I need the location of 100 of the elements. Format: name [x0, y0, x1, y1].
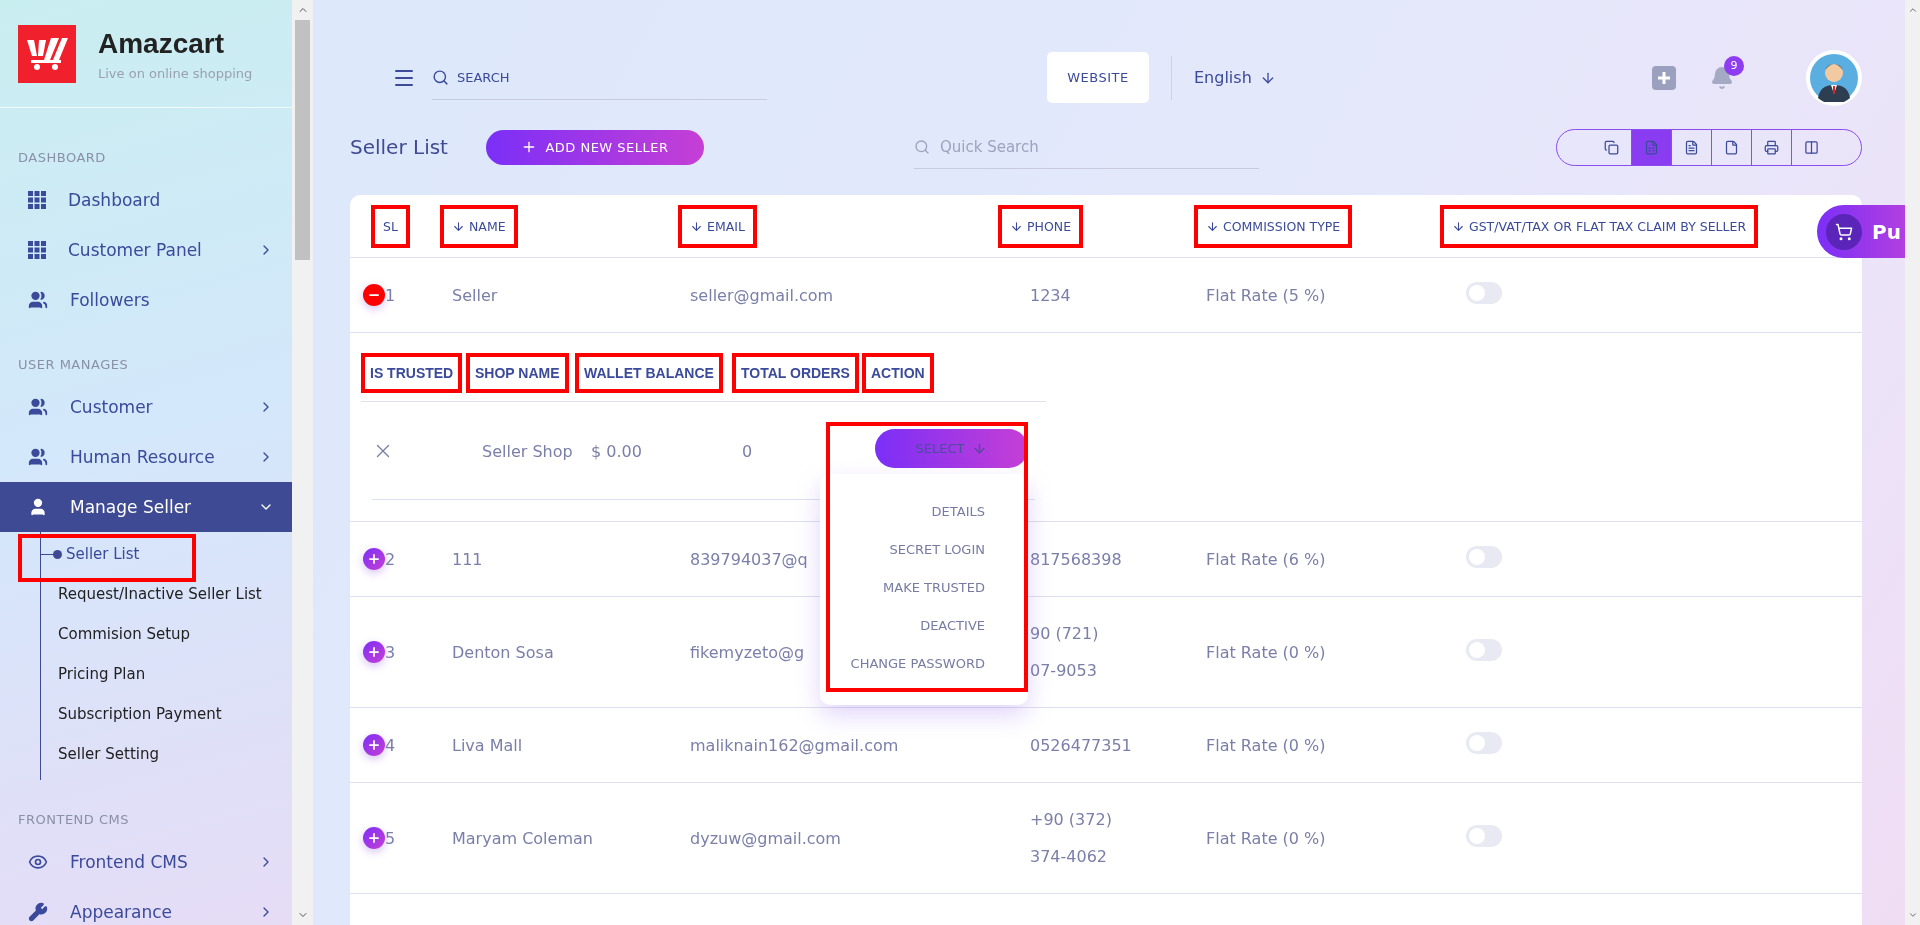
website-button[interactable]: WEBSITE — [1047, 52, 1149, 103]
phone-number: 90 (721) — [1030, 624, 1099, 643]
phone-number: 0526477351 — [1030, 735, 1132, 755]
menu-item[interactable]: SECRET LOGIN — [889, 530, 985, 568]
detail-header: SHOP NAME — [466, 353, 569, 393]
plus-icon — [367, 552, 381, 566]
column-header[interactable]: EMAIL — [678, 204, 757, 248]
scroll-up-icon[interactable] — [1907, 5, 1918, 15]
expand-button[interactable] — [363, 548, 385, 570]
search-icon — [432, 68, 449, 86]
search-placeholder: SEARCH — [457, 69, 510, 85]
users-icon — [28, 447, 48, 467]
commission-type: Flat Rate (0 %) — [1206, 642, 1326, 662]
document-icon — [1684, 139, 1699, 155]
copy-icon — [1603, 139, 1619, 155]
nav-item[interactable]: Human Resource — [0, 432, 292, 482]
menu-item[interactable]: MAKE TRUSTED — [883, 568, 985, 606]
row-number: 5 — [385, 828, 396, 848]
user-icon — [28, 497, 48, 517]
nav-item[interactable]: Followers — [0, 275, 292, 325]
section-title: DASHBOARD — [17, 149, 107, 167]
cart-icon — [1835, 222, 1853, 241]
sidebar-scrollbar[interactable] — [292, 0, 313, 925]
eye-icon — [28, 852, 48, 872]
floating-cart-button[interactable]: Pu — [1817, 205, 1905, 258]
seller-email: 839794037@q — [690, 549, 808, 569]
users-icon — [28, 397, 48, 417]
page-scrollbar[interactable] — [1905, 0, 1920, 925]
seller-name: Seller — [452, 285, 498, 305]
commission-type: Flat Rate (6 %) — [1206, 549, 1326, 569]
detail-header: TOTAL ORDERS — [732, 353, 859, 393]
shop-name: Seller Shop — [482, 441, 573, 461]
printer-icon — [1764, 139, 1779, 155]
grid-icon — [28, 241, 46, 259]
detail-header: IS TRUSTED — [361, 353, 463, 393]
wallet-balance: $ 0.00 — [591, 441, 642, 461]
scrollbar-thumb[interactable] — [295, 20, 310, 260]
seller-email: dyzuw@gmail.com — [690, 828, 841, 848]
language-selector[interactable]: English — [1194, 68, 1276, 87]
seller-email: seller@gmail.com — [690, 285, 834, 305]
columns-icon — [1804, 139, 1819, 155]
nav-item[interactable]: Manage Seller — [0, 482, 292, 532]
submenu-item[interactable]: Pricing Plan — [41, 654, 292, 694]
search-icon — [913, 138, 930, 155]
plus-icon — [367, 645, 381, 659]
phone-number: 817568398 — [1030, 549, 1122, 569]
plus-icon — [367, 738, 381, 752]
submenu-item[interactable]: Commision Setup — [41, 614, 292, 654]
add-icon[interactable] — [1652, 65, 1676, 90]
row-number: 2 — [385, 549, 396, 569]
commission-type: Flat Rate (0 %) — [1206, 828, 1326, 848]
wrench-icon — [28, 902, 48, 922]
add-seller-button[interactable]: ADD NEW SELLER — [485, 129, 704, 165]
detail-header: WALLET BALANCE — [575, 353, 723, 393]
file-icon — [1724, 139, 1739, 155]
row-number: 4 — [385, 735, 396, 755]
section-title: USER MANAGES — [17, 356, 130, 374]
search-field[interactable]: SEARCH — [432, 55, 767, 100]
nav-item[interactable]: Frontend CMS — [0, 837, 292, 887]
nav-item[interactable]: Customer Panel — [0, 225, 292, 275]
expand-button[interactable] — [363, 734, 385, 756]
users-icon — [28, 290, 48, 310]
phone-number: 374-4062 — [1030, 847, 1108, 866]
collapse-button[interactable] — [363, 284, 385, 306]
seller-email: fikemyzeto@g — [690, 642, 805, 662]
seller-email: maliknain162@gmail.com — [690, 735, 899, 755]
column-header[interactable]: SL — [371, 204, 410, 248]
commission-type: Flat Rate (0 %) — [1206, 735, 1326, 755]
nav-item[interactable]: Appearance — [0, 887, 292, 925]
menu-item[interactable]: DEACTIVE — [920, 606, 985, 644]
menu-item[interactable]: CHANGE PASSWORD — [850, 644, 985, 682]
detail-header: ACTION — [862, 353, 934, 393]
submenu-item[interactable]: Subscription Payment — [41, 694, 292, 734]
brand-name: Amazcart — [98, 27, 226, 60]
seller-name: Liva Mall — [452, 735, 523, 755]
spreadsheet-icon — [1644, 139, 1659, 155]
scroll-down-icon[interactable] — [1907, 910, 1918, 920]
menu-item[interactable]: DETAILS — [931, 492, 985, 530]
page-title: Seller List — [350, 135, 448, 159]
nav-item[interactable]: Customer — [0, 382, 292, 432]
commission-type: Flat Rate (5 %) — [1206, 285, 1326, 305]
total-orders: 0 — [742, 441, 753, 461]
submenu-item[interactable]: Seller Setting — [41, 734, 292, 774]
column-header[interactable]: PHONE — [998, 204, 1084, 248]
row-number: 1 — [385, 285, 396, 305]
phone-number: 07-9053 — [1030, 661, 1097, 680]
column-header[interactable]: COMMISSION TYPE — [1194, 204, 1353, 248]
phone-number: +90 (372) — [1030, 810, 1112, 829]
submenu-item[interactable]: Request/Inactive Seller List — [41, 574, 292, 614]
column-header[interactable]: NAME — [440, 204, 518, 248]
notification-badge: 9 — [1724, 55, 1744, 76]
seller-name: Denton Sosa — [452, 642, 554, 662]
plus-icon — [367, 831, 381, 845]
arrow-down-icon — [972, 441, 988, 456]
expand-button[interactable] — [363, 641, 385, 663]
expand-button[interactable] — [363, 827, 385, 849]
phone-number: 1234 — [1030, 285, 1071, 305]
logo-icon — [18, 25, 76, 83]
nav-item[interactable]: Dashboard — [0, 175, 292, 225]
column-header[interactable]: GST/VAT/TAX OR FLAT TAX CLAIM BY SELLER — [1440, 204, 1759, 248]
